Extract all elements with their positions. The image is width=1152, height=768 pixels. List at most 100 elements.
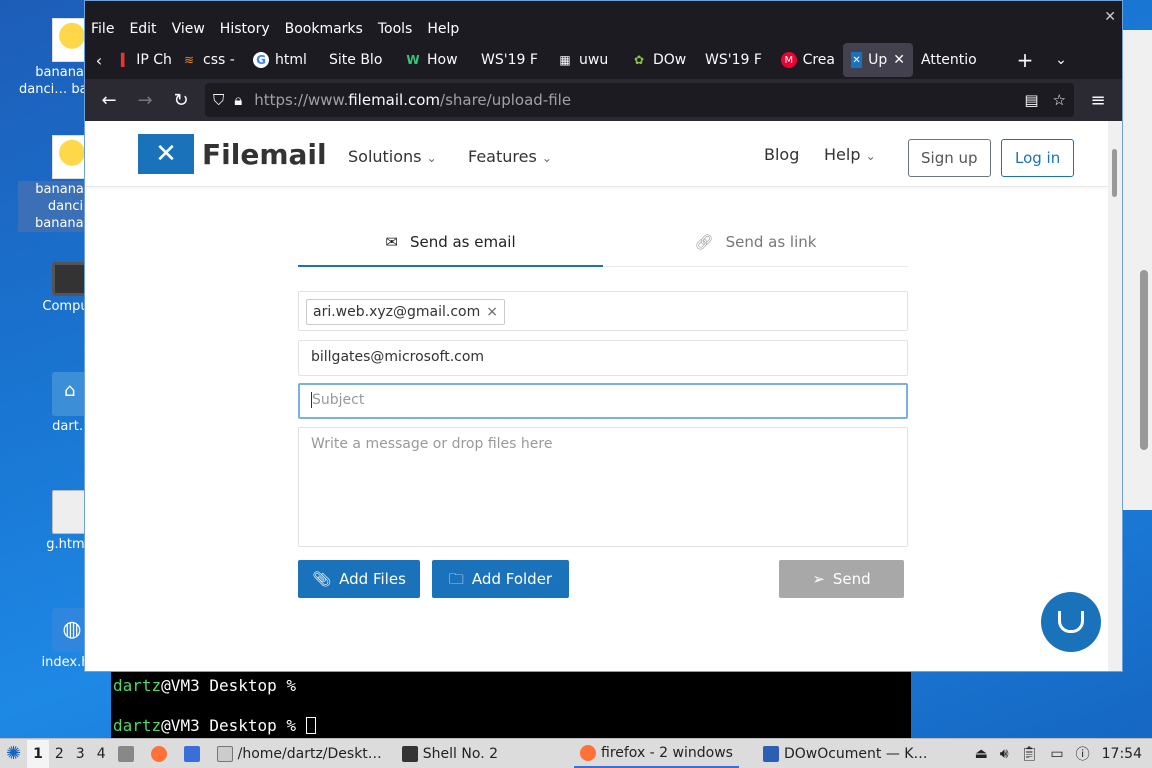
nav-blog[interactable]: Blog [764, 145, 799, 164]
taskbar-item-shell[interactable]: Shell No. 2 [396, 740, 504, 768]
workspace-3[interactable]: 3 [70, 740, 91, 768]
filemail-icon: ✕ [851, 52, 863, 68]
volume-icon[interactable]: 🔊︎ [994, 740, 1015, 768]
tab-ip-check[interactable]: ▍ IP Ch [113, 43, 173, 77]
tab-label: Up [868, 52, 888, 68]
nav-features[interactable]: Features ⌄ [468, 147, 552, 166]
tab-how[interactable]: W How [397, 43, 473, 77]
nav-bar: ← → ↻ ⛉ 🔒︎ https://www. filemail.com/shar… [85, 79, 1122, 121]
tab-attention[interactable]: Attentio [913, 43, 993, 77]
to-field[interactable]: ari.web.xyz@gmail.com × [298, 291, 908, 331]
scrollbar-thumb[interactable] [1112, 149, 1117, 197]
terminal-icon [401, 745, 418, 762]
tab-dow[interactable]: ✿ DOw [623, 43, 697, 77]
send-button[interactable]: ➢ Send [779, 560, 904, 598]
firefox-window[interactable]: File Edit View History Bookmarks Tools H… [84, 0, 1123, 672]
menu-tools[interactable]: Tools [378, 21, 413, 37]
envelope-icon: ✉ [385, 233, 398, 251]
w-icon: W [406, 53, 420, 67]
tab-close-icon[interactable]: ✕ [893, 52, 905, 68]
start-menu-icon[interactable]: ✺ [0, 740, 27, 768]
tab-list-icon[interactable]: ⌄ [1043, 52, 1079, 68]
tab-send-as-email[interactable]: ✉ Send as email [298, 217, 603, 267]
filemail-logo[interactable]: ✕ Filemail [138, 134, 327, 174]
add-files-button[interactable]: 📎︎ Add Files [298, 560, 420, 598]
brand-name: Filemail [202, 137, 327, 171]
from-field[interactable]: billgates@microsoft.com [298, 340, 908, 376]
tab-html[interactable]: Ghtml [245, 43, 321, 77]
bookmark-star-icon[interactable]: ☆ [1053, 91, 1066, 109]
tab-ws19-2[interactable]: WS'19 F [697, 43, 773, 77]
login-button[interactable]: Log in [1001, 139, 1075, 177]
tab-upload-active[interactable]: ✕ Up ✕ [843, 43, 913, 77]
chat-bubble-icon [1058, 611, 1084, 633]
nav-label: Help [824, 145, 861, 164]
reload-icon[interactable]: ↻ [163, 90, 199, 111]
tab-bar: ‹ ▍ IP Ch ≋ css - Ghtml Site Blo W How WS'1… [85, 41, 1122, 79]
terminal-window[interactable]: dartz@VM3 Desktop % dartz@VM3 Desktop % [111, 670, 911, 738]
tab-create[interactable]: M Crea [773, 43, 843, 77]
recipient-chip: ari.web.xyz@gmail.com × [306, 299, 505, 325]
terminal-user: dartz [113, 716, 162, 735]
lock-icon[interactable]: 🔒︎ [234, 91, 242, 109]
add-folder-button[interactable]: 🗀 Add Folder [432, 560, 569, 598]
url-bar[interactable]: ⛉ 🔒︎ https://www. filemail.com/share/uplo… [205, 83, 1074, 117]
chat-launcher-button[interactable] [1041, 592, 1101, 652]
tab-site-blocker[interactable]: Site Blo [321, 43, 397, 77]
button-label: Send [832, 570, 871, 588]
tab-scroll-left-icon[interactable]: ‹ [85, 51, 113, 70]
menu-history[interactable]: History [220, 21, 270, 37]
tab-ws19-1[interactable]: WS'19 F [473, 43, 549, 77]
workspace-2[interactable]: 2 [49, 740, 70, 768]
eject-icon[interactable]: ⏏ [969, 740, 994, 768]
tab-css[interactable]: ≋ css - [173, 43, 245, 77]
signup-button[interactable]: Sign up [908, 139, 991, 177]
nav-label: Solutions [348, 147, 422, 166]
menu-edit[interactable]: Edit [129, 21, 156, 37]
terminal-cursor [305, 717, 316, 734]
notification-icon[interactable]: ⓘ [1070, 740, 1096, 768]
shield-icon[interactable]: ⛉ [213, 91, 224, 109]
background-scrollbar[interactable] [1140, 270, 1148, 450]
reader-view-icon[interactable]: ▤ [1024, 91, 1038, 109]
file-manager-launcher-icon[interactable] [112, 740, 145, 768]
taskbar-item-document[interactable]: DOwOcument — K… [757, 740, 934, 768]
nav-help[interactable]: Help ⌄ [824, 145, 876, 164]
workspace-4[interactable]: 4 [91, 740, 112, 768]
message-textarea[interactable]: Write a message or drop files here [298, 427, 908, 547]
remove-recipient-icon[interactable]: × [486, 304, 498, 320]
firefox-icon [580, 744, 596, 761]
page-scrollbar[interactable] [1108, 121, 1122, 671]
menu-file[interactable]: File [91, 21, 114, 37]
workspace-1[interactable]: 1 [27, 739, 49, 768]
filemail-logo-icon: ✕ [138, 134, 194, 174]
network-icon[interactable]: ▭ [1044, 740, 1069, 768]
taskbar-item-firefox[interactable]: firefox - 2 windows [574, 740, 739, 768]
menu-bookmarks[interactable]: Bookmarks [285, 21, 363, 37]
forward-icon[interactable]: → [127, 90, 163, 111]
desktop-launcher-icon[interactable] [178, 740, 211, 768]
document-app-icon [762, 745, 779, 762]
tab-label: IP Ch [136, 52, 172, 68]
clock[interactable]: 17:54 [1096, 740, 1148, 768]
taskbar-label: /home/dartz/Deskt… [237, 745, 382, 762]
leaf-icon: ✿ [633, 53, 645, 67]
window-close-icon[interactable]: ✕ [1104, 9, 1116, 25]
tab-uwu[interactable]: ▦ uwu [549, 43, 623, 77]
tab-send-as-link[interactable]: 🔗︎ Send as link [603, 217, 908, 267]
subject-input[interactable]: Subject [298, 383, 908, 419]
hamburger-menu-icon[interactable]: ≡ [1080, 90, 1116, 111]
clipboard-icon[interactable]: 📋︎ [1015, 740, 1045, 768]
tab-label: Crea [802, 52, 835, 68]
background-window[interactable] [1122, 30, 1152, 510]
new-tab-icon[interactable]: + [1007, 48, 1043, 72]
menu-view[interactable]: View [172, 21, 205, 37]
menu-help[interactable]: Help [427, 21, 459, 37]
nav-solutions[interactable]: Solutions ⌄ [348, 147, 437, 166]
firefox-launcher-icon[interactable] [145, 740, 178, 768]
terminal-prompt: @VM3 Desktop % [161, 676, 297, 695]
tab-label: Attentio [921, 52, 977, 68]
taskbar-item-files[interactable]: /home/dartz/Deskt… [211, 740, 388, 768]
send-mode-tabs: ✉ Send as email 🔗︎ Send as link [298, 217, 908, 267]
back-icon[interactable]: ← [91, 90, 127, 111]
